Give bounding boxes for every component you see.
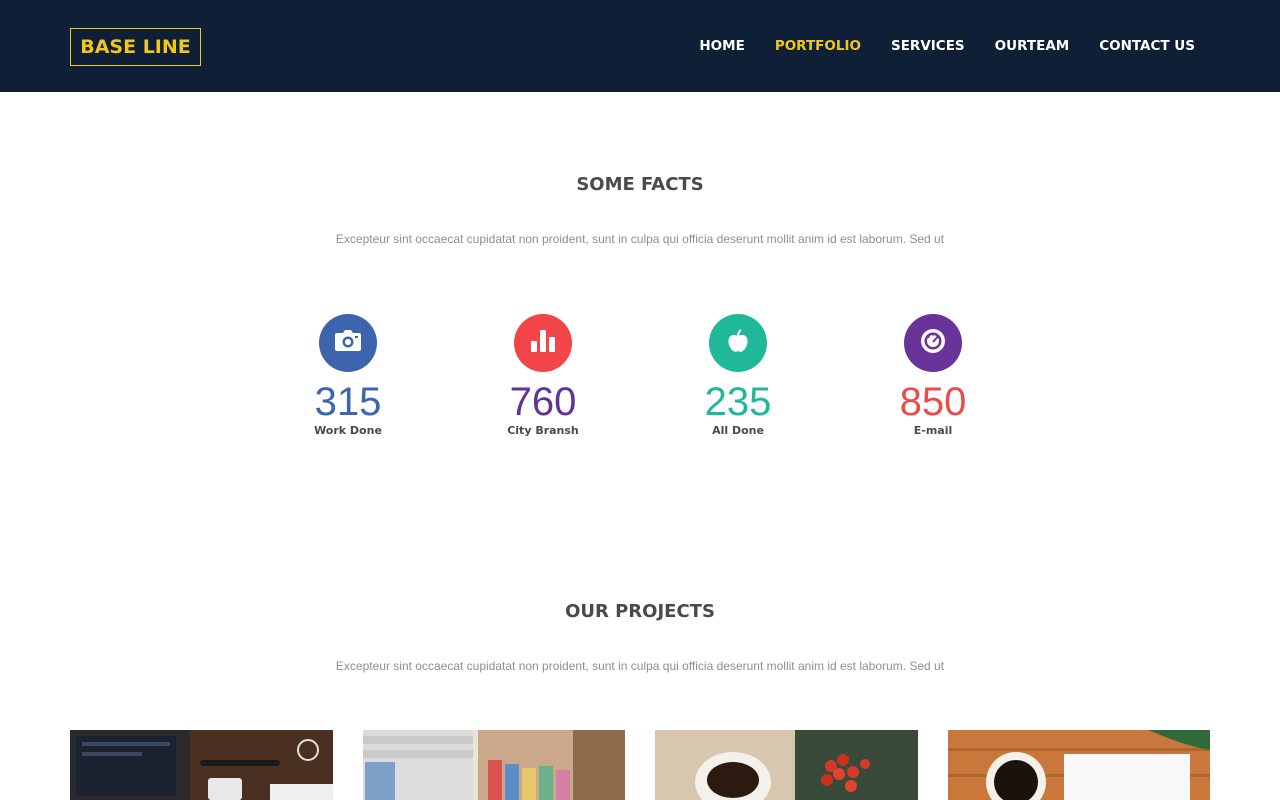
nav-ourteam[interactable]: OURTEAM	[995, 38, 1070, 54]
fact-label: City Bransh	[507, 424, 579, 437]
fact-value: 850	[899, 380, 967, 424]
main-nav: HOME PORTFOLIO SERVICES OURTEAM CONTACT …	[699, 0, 1195, 92]
fact-label: All Done	[712, 424, 764, 437]
projects-subtitle: Excepteur sint occaecat cupidatat non pr…	[335, 659, 945, 673]
nav-contact-us[interactable]: CONTACT US	[1099, 38, 1195, 54]
fact-circle	[904, 314, 962, 372]
fact-value: 235	[704, 380, 772, 424]
site-header: BASE LINE HOME PORTFOLIO SERVICES OURTEA…	[0, 0, 1280, 92]
nav-home[interactable]: HOME	[699, 38, 744, 54]
projects-title: OUR PROJECTS	[565, 601, 715, 622]
fact-circle	[709, 314, 767, 372]
camera-icon	[335, 329, 361, 357]
fact-value: 760	[509, 380, 577, 424]
fact-city-bransh: 760 City Bransh	[463, 314, 623, 437]
project-thumbnail[interactable]	[655, 730, 918, 800]
fact-circle	[319, 314, 377, 372]
project-thumbnail[interactable]	[363, 730, 625, 800]
fact-email: 850 E-mail	[853, 314, 1013, 437]
fact-value: 315	[314, 380, 382, 424]
nav-services[interactable]: SERVICES	[891, 38, 965, 54]
facts-title: SOME FACTS	[576, 174, 704, 195]
project-thumbnail[interactable]	[70, 730, 333, 800]
fact-label: Work Done	[314, 424, 382, 437]
facts-subtitle: Excepteur sint occaecat cupidatat non pr…	[335, 232, 945, 246]
site-logo[interactable]: BASE LINE	[70, 28, 201, 66]
apple-icon	[728, 328, 748, 358]
bar-chart-icon	[531, 329, 555, 357]
fact-circle	[514, 314, 572, 372]
project-thumbnail[interactable]	[948, 730, 1210, 800]
fact-all-done: 235 All Done	[658, 314, 818, 437]
fact-work-done: 315 Work Done	[268, 314, 428, 437]
gauge-icon	[920, 328, 946, 359]
fact-label: E-mail	[913, 424, 953, 437]
nav-portfolio[interactable]: PORTFOLIO	[775, 38, 861, 54]
